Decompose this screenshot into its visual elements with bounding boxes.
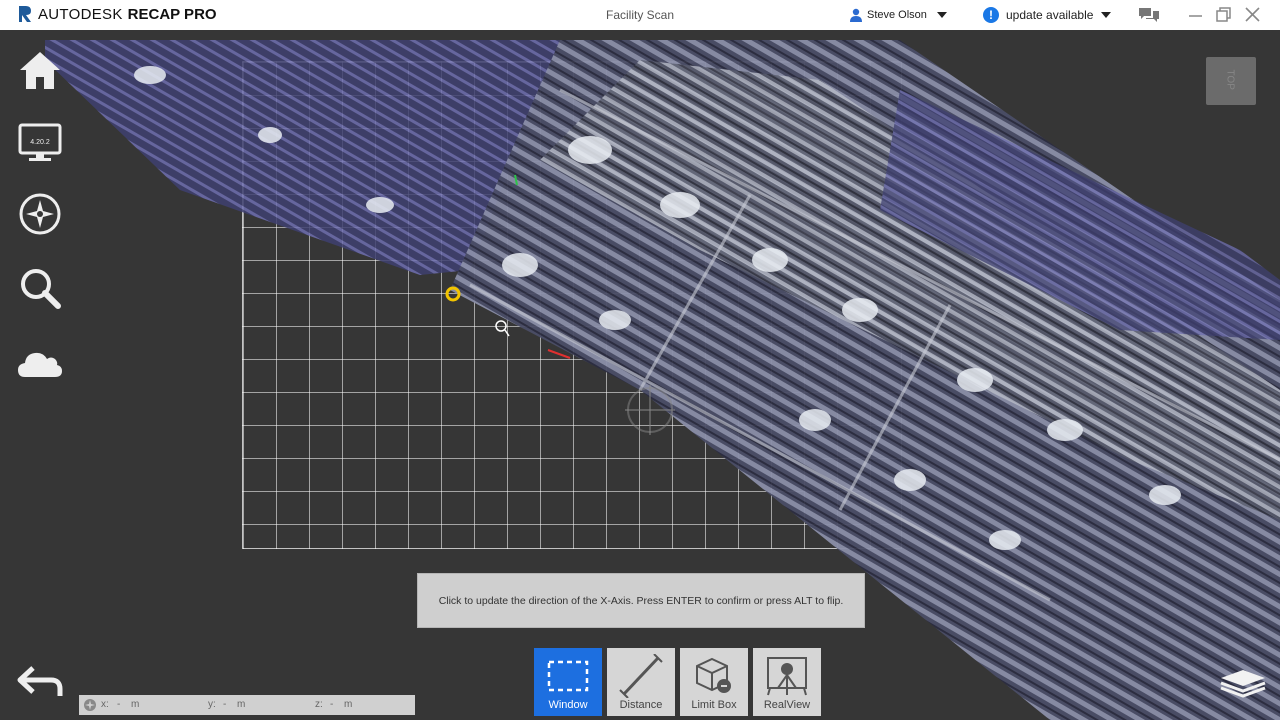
brand-product: RECAP PRO bbox=[127, 5, 217, 23]
search-button[interactable] bbox=[16, 264, 64, 312]
user-name: Steve Olson bbox=[867, 9, 927, 21]
window-select-icon bbox=[547, 660, 589, 692]
window-tool-button[interactable]: Window bbox=[534, 648, 602, 716]
scan-version-button[interactable]: 4.20.2 bbox=[16, 118, 64, 166]
update-label: update available bbox=[1006, 8, 1094, 22]
y-coordinate-label: y: bbox=[208, 699, 216, 710]
realview-icon bbox=[767, 657, 807, 696]
instruction-text: Click to update the direction of the X-A… bbox=[438, 594, 844, 607]
compass-icon bbox=[19, 193, 61, 235]
distance-tool-button[interactable]: Distance bbox=[607, 648, 675, 716]
brand-name: AUTODESK bbox=[38, 5, 123, 23]
home-icon bbox=[20, 52, 60, 89]
layers-icon[interactable] bbox=[1218, 662, 1268, 702]
document-title: Facility Scan bbox=[605, 8, 675, 22]
distance-tool-label: Distance bbox=[619, 699, 663, 711]
chevron-down-icon bbox=[1101, 12, 1112, 18]
y-coordinate-unit: m bbox=[237, 699, 246, 710]
chat-icon[interactable] bbox=[1138, 6, 1160, 24]
user-menu[interactable]: Steve Olson bbox=[849, 8, 947, 22]
realview-tool-label: RealView bbox=[763, 699, 811, 711]
view-cube[interactable]: TOP bbox=[1206, 57, 1256, 105]
realview-tool-button[interactable]: RealView bbox=[753, 648, 821, 716]
window-tool-label: Window bbox=[548, 699, 588, 711]
recap-logo-icon bbox=[19, 6, 31, 22]
back-arrow-icon bbox=[17, 666, 63, 696]
monitor-badge: 4.20.2 bbox=[30, 139, 50, 146]
navigation-wheel-icon[interactable] bbox=[83, 698, 97, 712]
minimize-icon[interactable] bbox=[1186, 6, 1206, 24]
user-icon bbox=[850, 8, 862, 22]
x-coordinate-unit: m bbox=[131, 699, 140, 710]
home-button[interactable] bbox=[16, 46, 64, 94]
update-available-menu[interactable]: ! update available bbox=[983, 7, 1112, 23]
restore-icon[interactable] bbox=[1214, 6, 1234, 24]
search-icon bbox=[21, 269, 61, 309]
title-bar: AUTODESK RECAP PRO Facility Scan Steve O… bbox=[0, 0, 1280, 30]
limit-box-tool-label: Limit Box bbox=[691, 699, 737, 711]
info-icon: ! bbox=[983, 7, 999, 23]
limit-box-tool-button[interactable]: Limit Box bbox=[680, 648, 748, 716]
back-button[interactable] bbox=[16, 662, 64, 702]
view-cube-label: TOP bbox=[1224, 69, 1236, 90]
app-brand: AUTODESK RECAP PRO bbox=[18, 5, 217, 23]
cloud-button[interactable] bbox=[16, 340, 64, 388]
cloud-icon bbox=[18, 352, 62, 377]
y-coordinate-value: - bbox=[223, 699, 227, 710]
monitor-icon: 4.20.2 bbox=[18, 123, 62, 161]
x-coordinate-label: x: bbox=[101, 699, 109, 710]
distance-icon bbox=[619, 654, 663, 698]
coordinates-readout: x: - m y: - m z: - m bbox=[79, 695, 415, 715]
z-coordinate-value: - bbox=[330, 699, 334, 710]
navigation-button[interactable] bbox=[16, 190, 64, 238]
x-coordinate-value: - bbox=[117, 699, 121, 710]
z-coordinate-unit: m bbox=[344, 699, 353, 710]
chevron-down-icon bbox=[936, 12, 947, 18]
close-icon[interactable] bbox=[1243, 6, 1263, 24]
instruction-tooltip: Click to update the direction of the X-A… bbox=[417, 573, 865, 628]
limit-box-icon bbox=[696, 657, 731, 693]
z-coordinate-label: z: bbox=[315, 699, 323, 710]
